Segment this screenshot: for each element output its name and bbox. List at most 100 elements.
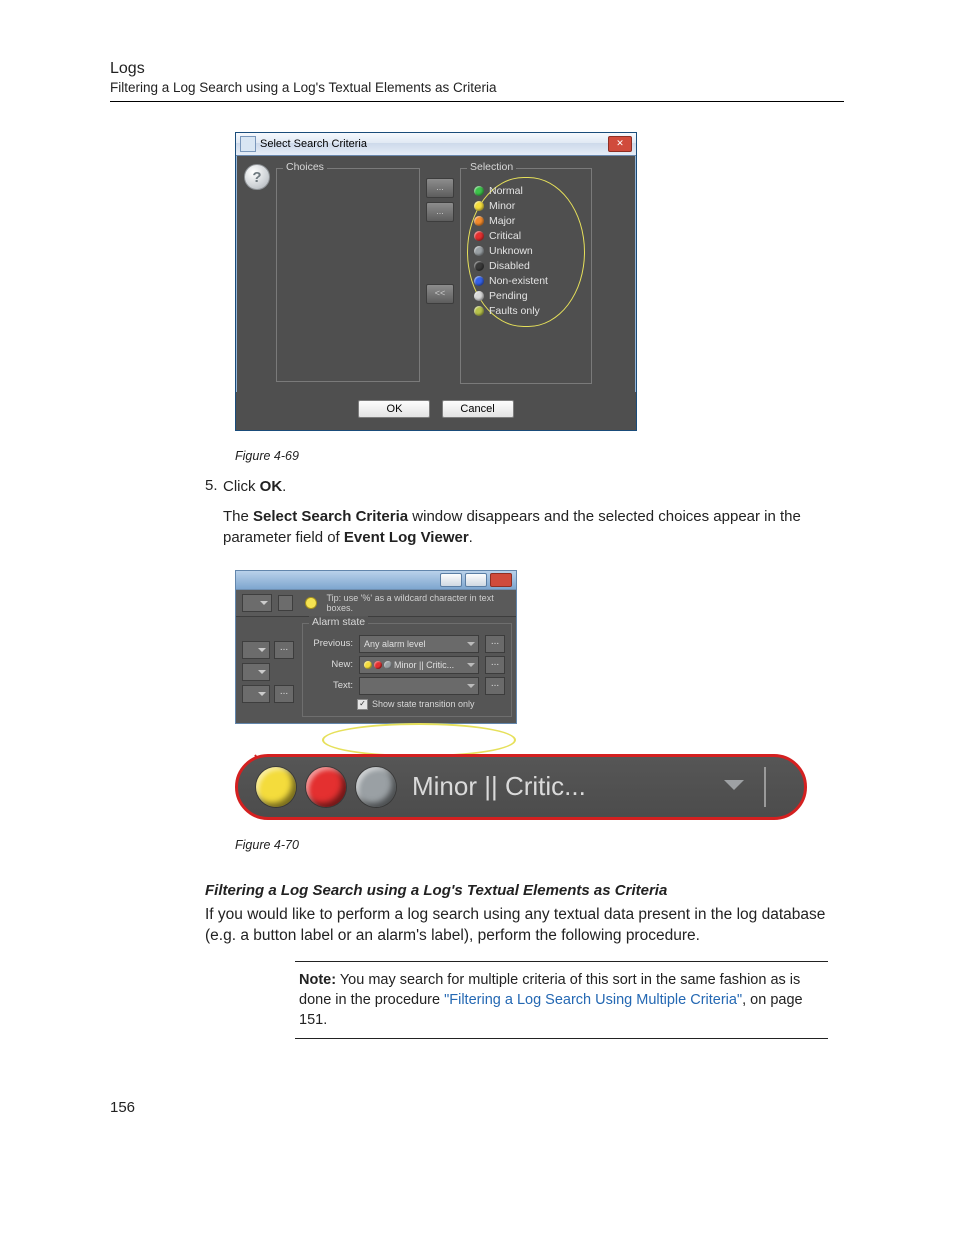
selection-item-label: Unknown [489, 245, 533, 257]
selection-item[interactable]: Pending [474, 290, 578, 302]
window-titlebar [236, 571, 516, 589]
zoom-callout: Minor || Critic... [235, 754, 760, 820]
figure-caption-2: Figure 4-70 [235, 838, 844, 852]
selection-item[interactable]: Critical [474, 230, 578, 242]
dialog-title-text: Select Search Criteria [260, 138, 367, 150]
selection-highlight: Normal Minor Major Critical Unknown Disabled N… [467, 177, 585, 327]
previous-value: Any alarm level [364, 639, 426, 649]
zoom-dot-unknown-icon [356, 767, 396, 807]
figure-event-log-viewer: Tip: use '%' as a wildcard character in … [235, 570, 760, 820]
highlight-ellipse [322, 723, 516, 757]
step-line-2: The Select Search Criteria window disapp… [223, 507, 844, 548]
selection-item[interactable]: Faults only [474, 305, 578, 317]
critical-dot-icon [374, 661, 382, 669]
selection-item-label: Non-existent [489, 275, 548, 287]
page-header: Logs Filtering a Log Search using a Log'… [110, 60, 844, 102]
left-dd-3[interactable] [242, 685, 270, 703]
toolbar-dropdown[interactable] [242, 594, 272, 612]
zoom-bar: Minor || Critic... [235, 754, 807, 820]
close-button[interactable]: ✕ [608, 136, 632, 152]
tip-icon [305, 597, 316, 609]
section-title: Filtering a Log Search using a Log's Tex… [205, 882, 844, 899]
text-label: Text: [309, 680, 353, 691]
selection-item-label: Faults only [489, 305, 540, 317]
note-label: Note: [299, 972, 336, 988]
selection-item-label: Pending [489, 290, 528, 302]
status-dot-icon [474, 246, 484, 256]
selection-item[interactable]: Disabled [474, 260, 578, 272]
checkbox-icon [357, 699, 368, 710]
section-intro-paragraph: If you would like to perform a log searc… [205, 905, 844, 947]
step-line-1: Click OK. [223, 477, 844, 497]
left-dd-1[interactable] [242, 641, 270, 659]
page-number: 156 [110, 1099, 844, 1116]
left-more-1[interactable]: ... [274, 641, 294, 659]
selection-item-label: Minor [489, 200, 515, 212]
status-dot-icon [474, 276, 484, 286]
status-dot-icon [474, 216, 484, 226]
choices-fieldset: Choices [276, 168, 420, 382]
selection-item[interactable]: Normal [474, 185, 578, 197]
window-close-button[interactable] [490, 573, 512, 587]
new-label: New: [309, 659, 353, 670]
previous-combo[interactable]: Any alarm level [359, 635, 479, 653]
header-title: Logs [110, 60, 844, 78]
new-combo[interactable]: Minor || Critic... [359, 656, 479, 674]
previous-label: Previous: [309, 638, 353, 649]
figure-caption-1: Figure 4-69 [235, 449, 844, 463]
selection-item[interactable]: Minor [474, 200, 578, 212]
move-right-button[interactable]: ... [426, 178, 454, 198]
tip-text: Tip: use '%' as a wildcard character in … [327, 593, 511, 613]
left-dd-2[interactable] [242, 663, 270, 681]
zoom-dot-minor-icon [256, 767, 296, 807]
selection-item[interactable]: Major [474, 215, 578, 227]
selection-label: Selection [467, 161, 516, 173]
move-all-left-button[interactable]: << [426, 284, 454, 304]
zoom-divider [764, 767, 776, 807]
unknown-dot-icon [384, 661, 392, 669]
minor-dot-icon [364, 661, 372, 669]
text-combo[interactable] [359, 677, 479, 695]
minimize-button[interactable] [440, 573, 462, 587]
text-more-button[interactable]: ... [485, 677, 505, 695]
alarm-state-label: Alarm state [309, 616, 368, 628]
note-box: Note: You may search for multiple criter… [295, 961, 828, 1040]
selection-item-label: Normal [489, 185, 523, 197]
selection-item[interactable]: Non-existent [474, 275, 578, 287]
selection-fieldset: Selection NormalMinorMajorCriticalUnknow… [460, 168, 592, 384]
status-dot-icon [474, 231, 484, 241]
ok-button[interactable]: OK [358, 400, 430, 418]
app-icon [240, 136, 256, 152]
new-value: Minor || Critic... [394, 660, 454, 670]
selection-item[interactable]: Unknown [474, 245, 578, 257]
note-link[interactable]: "Filtering a Log Search Using Multiple C… [444, 992, 742, 1008]
status-dot-icon [474, 306, 484, 316]
chevron-down-icon [724, 780, 744, 800]
selection-item-label: Critical [489, 230, 521, 242]
header-subtitle: Filtering a Log Search using a Log's Tex… [110, 80, 844, 95]
choices-label: Choices [283, 161, 327, 173]
selection-item-label: Disabled [489, 260, 530, 272]
status-dot-icon [474, 201, 484, 211]
show-transition-label: Show state transition only [372, 699, 475, 709]
alarm-state-fieldset: Alarm state Previous: Any alarm level ..… [302, 623, 512, 717]
left-more-3[interactable]: ... [274, 685, 294, 703]
dialog-select-search-criteria: Select Search Criteria ✕ ? Choices ... .… [235, 132, 637, 431]
previous-more-button[interactable]: ... [485, 635, 505, 653]
zoom-text: Minor || Critic... [412, 771, 586, 802]
help-icon[interactable]: ? [244, 164, 270, 190]
step-number: 5. [205, 477, 223, 558]
move-right2-button[interactable]: ... [426, 202, 454, 222]
cancel-button[interactable]: Cancel [442, 400, 514, 418]
figure-select-search-criteria: Select Search Criteria ✕ ? Choices ... .… [235, 132, 844, 431]
maximize-button[interactable] [465, 573, 487, 587]
show-transition-check[interactable]: Show state transition only [357, 699, 505, 710]
status-dot-icon [474, 261, 484, 271]
new-more-button[interactable]: ... [485, 656, 505, 674]
status-dot-icon [474, 186, 484, 196]
zoom-dot-critical-icon [306, 767, 346, 807]
selection-item-label: Major [489, 215, 515, 227]
dialog-titlebar: Select Search Criteria ✕ [236, 133, 636, 156]
status-dot-icon [474, 291, 484, 301]
toolbar-button[interactable] [278, 595, 293, 611]
